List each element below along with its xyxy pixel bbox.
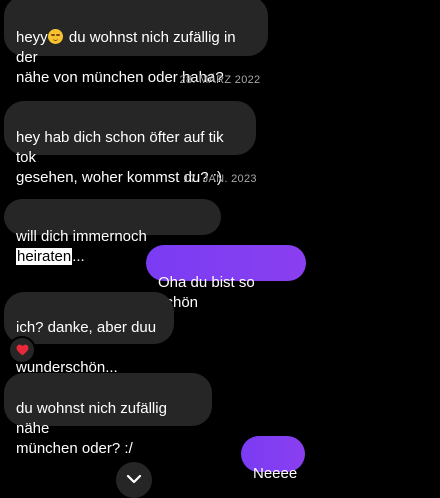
message-bubble-sent[interactable]: Neeee <box>241 436 305 482</box>
message-text: du wohnst nich zufällig nähe münchen ode… <box>16 400 167 457</box>
message-text: ... <box>72 248 85 265</box>
message-text: ich? danke, aber duu - wunderschön... <box>16 319 157 376</box>
date-separator: 17. JAN. 2023 <box>183 173 257 185</box>
message-bubble-received[interactable]: du wohnst nich zufällig nähe münchen ode… <box>4 373 212 457</box>
message-bubble-received[interactable]: ich? danke, aber duu - wunderschön... <box>4 292 174 376</box>
message-bubble-received[interactable]: hey hab dich schon öfter auf tik tok ges… <box>4 101 256 186</box>
message-bubble-sent[interactable]: Oha du bist so schön <box>146 245 306 311</box>
relieved-face-emoji-icon <box>47 29 63 44</box>
heart-icon <box>16 344 28 356</box>
message-bubble-received[interactable]: heyy du wohnst nich zufällig in der nähe… <box>4 0 268 86</box>
message-text: Neeee <box>253 465 298 482</box>
reaction-badge[interactable] <box>8 336 36 364</box>
message-text: will dich immernoch <box>16 228 147 245</box>
message-bubble-received[interactable]: will dich immernoch heiraten... <box>4 199 221 265</box>
date-separator: 28. MÄRZ 2022 <box>179 74 261 86</box>
highlighted-word: heiraten <box>16 248 73 265</box>
message-text: heyy <box>16 29 48 46</box>
chevron-down-icon <box>126 474 142 484</box>
scroll-to-bottom-button[interactable] <box>116 462 152 498</box>
